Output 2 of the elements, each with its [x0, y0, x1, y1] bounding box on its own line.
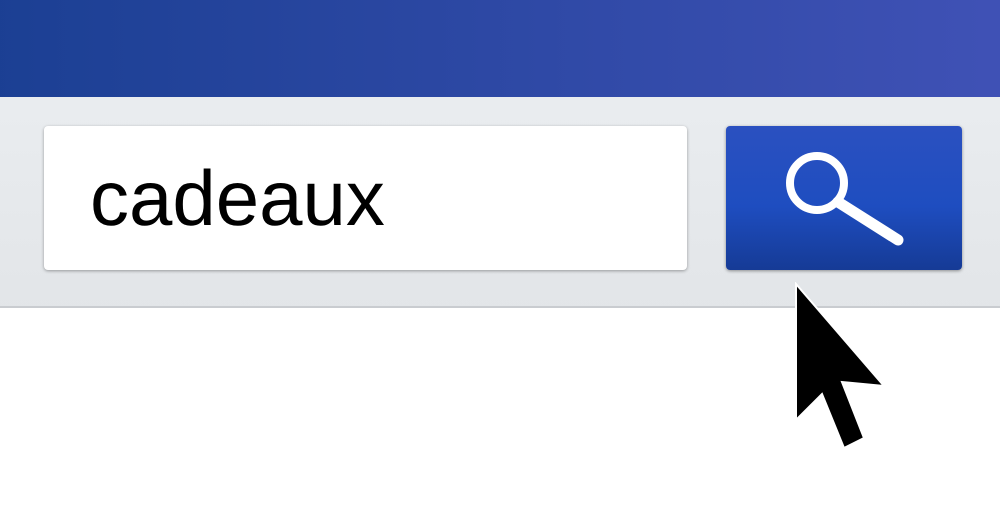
search-button[interactable] [726, 126, 962, 270]
search-field[interactable]: cadeaux [44, 126, 687, 270]
